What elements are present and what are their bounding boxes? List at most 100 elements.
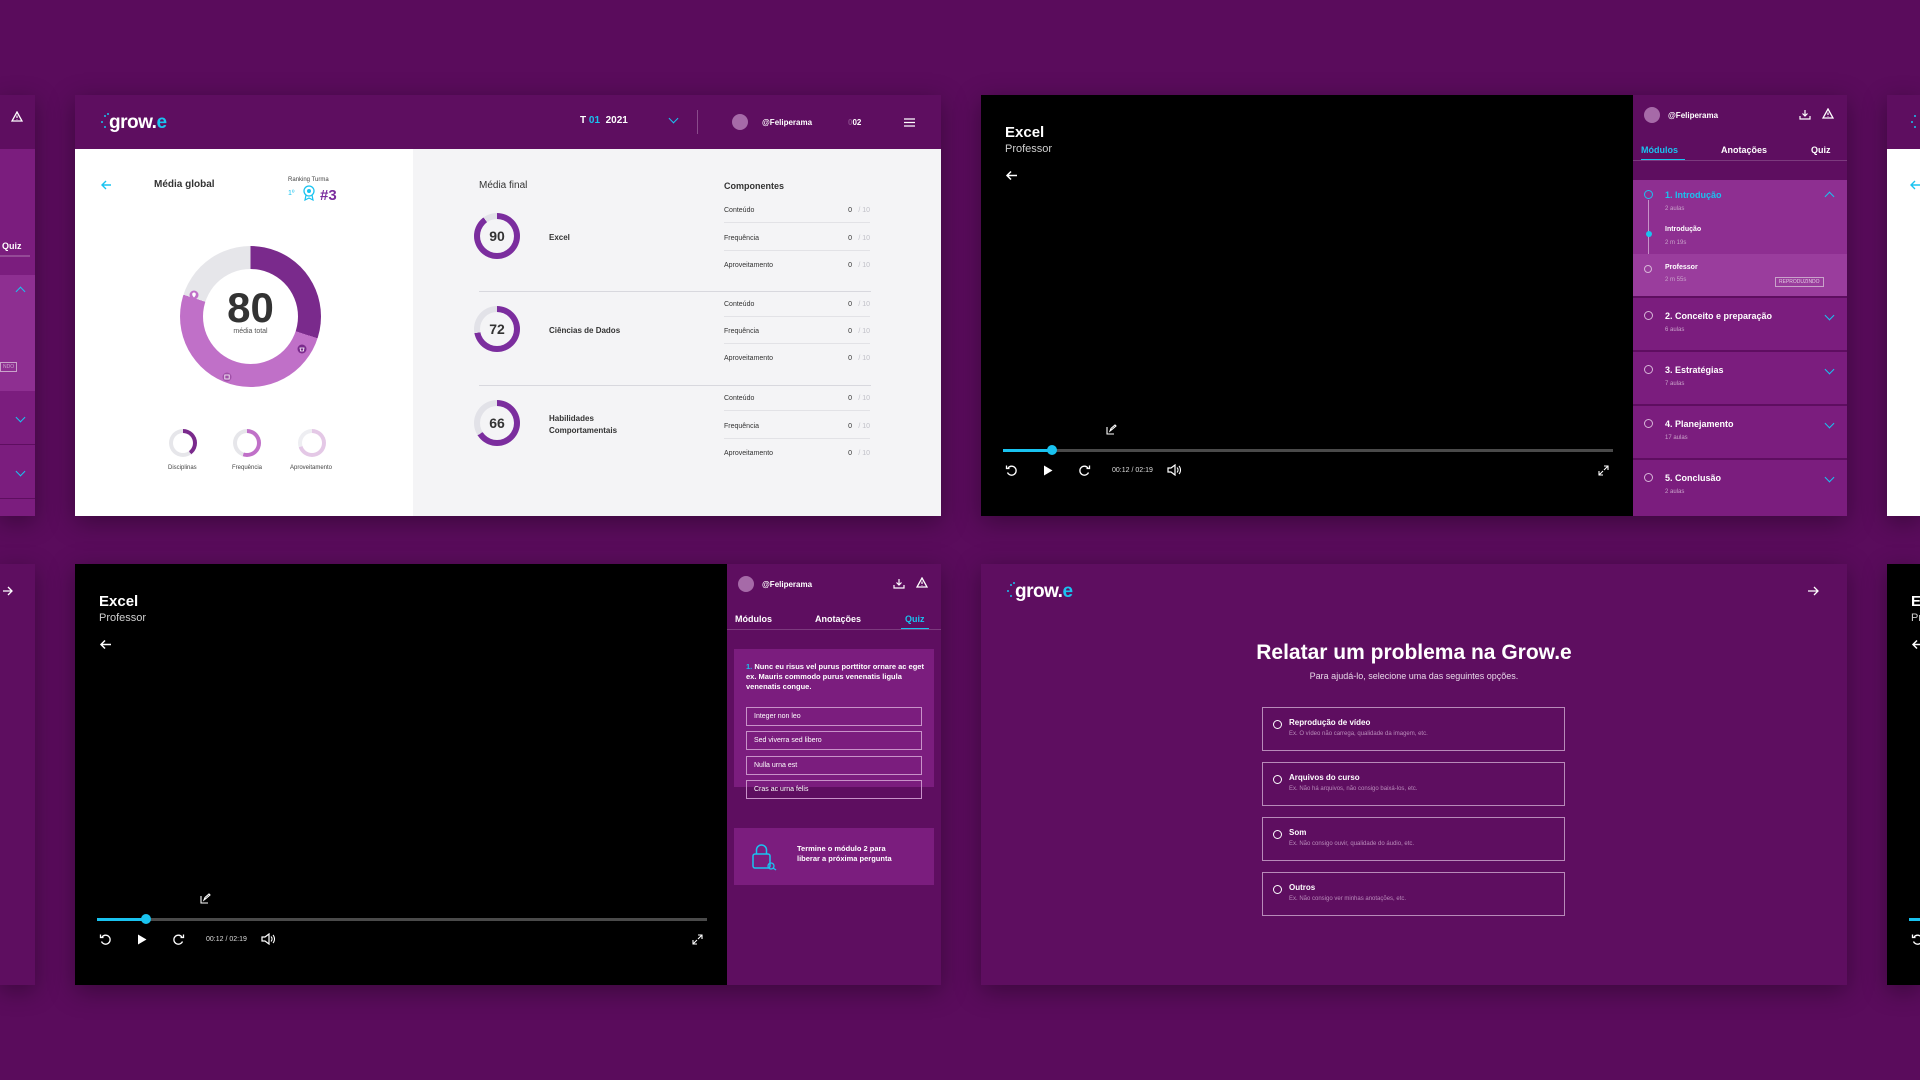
chevron-down-icon[interactable] [1824, 364, 1835, 375]
back-arrow-icon[interactable] [1909, 180, 1920, 190]
subject-name[interactable]: Habilidades Comportamentais [549, 413, 617, 437]
warning-icon[interactable] [11, 111, 23, 122]
term-selector[interactable]: T 01 2021 [580, 115, 628, 126]
partial-module-row[interactable] [0, 392, 35, 445]
tab-quiz[interactable]: Quiz [1811, 145, 1831, 155]
back-arrow-icon[interactable] [100, 180, 112, 190]
components-title: Componentes [724, 181, 785, 191]
lesson-title[interactable]: Professor [1665, 264, 1698, 271]
back-arrow-icon[interactable] [1005, 170, 1018, 181]
tab-modulos[interactable]: Módulos [735, 614, 772, 624]
tab-anotacoes[interactable]: Anotações [1721, 145, 1767, 155]
menu-icon[interactable] [904, 118, 915, 127]
module-title: 2. Conceito e preparação [1665, 311, 1773, 321]
playing-badge: NDO [0, 362, 18, 372]
download-icon[interactable] [1799, 109, 1811, 120]
logo[interactable]: grow.e [1015, 581, 1073, 603]
chevron-up-icon[interactable] [1824, 191, 1835, 202]
quiz-option[interactable]: Integer non leo [746, 707, 922, 726]
chevron-down-icon[interactable] [668, 113, 679, 124]
partial-frame-left-top: Quiz NDO [0, 95, 35, 516]
volume-icon[interactable] [1167, 464, 1181, 476]
divider [479, 291, 871, 292]
dashboard-topbar: grow.e T 01 2021 @Feliperama 002 [75, 95, 941, 149]
course-sidebar: @Feliperama Módulos Anotações Quiz 1. Nu… [727, 564, 941, 985]
forward-icon[interactable] [1078, 464, 1091, 477]
chevron-down-icon[interactable] [1824, 310, 1835, 321]
partial-module-row[interactable] [0, 500, 35, 516]
logo-dots-icon [1007, 582, 1015, 598]
module-lesson-count: 17 aulas [1665, 435, 1688, 441]
edit-note-icon[interactable] [199, 893, 211, 905]
progress-fill [97, 918, 146, 921]
username[interactable]: @Feliperama [762, 580, 812, 589]
logo[interactable]: grow.e [109, 112, 167, 134]
quiz-option[interactable]: Cras ac urna felis [746, 780, 922, 799]
volume-icon[interactable] [261, 933, 275, 945]
arrow-right-icon[interactable] [1807, 586, 1820, 596]
back-arrow-icon[interactable] [1911, 639, 1920, 650]
video-subtitle: Professor [1005, 143, 1053, 155]
rewind-icon[interactable] [1005, 464, 1018, 477]
back-arrow-icon[interactable] [99, 639, 112, 650]
rewind-icon[interactable] [99, 933, 112, 946]
pin-icon [189, 290, 199, 300]
module-item[interactable]: 4. Planejamento 17 aulas [1633, 406, 1847, 458]
arrow-right-icon[interactable] [2, 586, 14, 596]
module-item[interactable]: 3. Estratégias 7 aulas [1633, 352, 1847, 404]
lesson-dot-active [1646, 231, 1652, 237]
report-option[interactable]: Outros Ex. Não consigo ver minhas anotaç… [1262, 872, 1565, 916]
radio-icon[interactable] [1273, 720, 1282, 729]
lock-icon [752, 844, 777, 871]
radio-icon[interactable] [1273, 830, 1282, 839]
dashboard-frame: grow.e T 01 2021 @Feliperama 002 Média g… [75, 95, 941, 516]
component-row: Conteúdo 0/ 10 [724, 389, 870, 411]
partial-quiz-tab[interactable]: Quiz [2, 241, 22, 251]
avatar[interactable] [732, 114, 748, 130]
partial-module-row[interactable] [0, 446, 35, 499]
fullscreen-icon[interactable] [692, 934, 703, 945]
report-option-desc: Ex. Não há arquivos, não consigo baixá-l… [1289, 786, 1418, 792]
username[interactable]: @Feliperama [1668, 111, 1718, 120]
warning-icon[interactable] [916, 577, 928, 588]
radio-icon[interactable] [1273, 775, 1282, 784]
report-option[interactable]: Reprodução de vídeo Ex. O vídeo não carr… [1262, 707, 1565, 751]
module-item-introducao[interactable]: 1. Introdução 2 aulas Introdução 2 m 19s… [1633, 180, 1847, 296]
tab-quiz[interactable]: Quiz [905, 614, 925, 624]
progress-knob[interactable] [140, 914, 151, 924]
warning-icon[interactable] [1822, 108, 1834, 119]
forward-icon[interactable] [172, 933, 185, 946]
module-item[interactable]: 2. Conceito e preparação 6 aulas [1633, 298, 1847, 350]
tab-modulos[interactable]: Módulos [1641, 145, 1678, 155]
module-status-icon [1644, 365, 1653, 374]
module-item[interactable]: 5. Conclusão 2 aulas [1633, 460, 1847, 516]
avatar[interactable] [1644, 107, 1660, 123]
chevron-up-icon[interactable] [15, 286, 26, 297]
subject-name[interactable]: Excel [549, 233, 570, 242]
notification-count[interactable]: 002 [848, 118, 861, 127]
edit-note-icon[interactable] [1105, 424, 1117, 436]
radio-icon[interactable] [1273, 885, 1282, 894]
report-option[interactable]: Som Ex. Não consigo ouvir, qualidade do … [1262, 817, 1565, 861]
lesson-duration: 2 m 19s [1665, 240, 1687, 246]
quiz-option[interactable]: Nulla urna est [746, 756, 922, 775]
progress-bar[interactable] [97, 914, 707, 924]
tab-anotacoes[interactable]: Anotações [815, 614, 861, 624]
play-icon[interactable] [1043, 465, 1053, 476]
report-option[interactable]: Arquivos do curso Ex. Não há arquivos, n… [1262, 762, 1565, 806]
video-title: Excel [1005, 124, 1045, 141]
download-icon[interactable] [893, 578, 905, 589]
fullscreen-icon[interactable] [1598, 465, 1609, 476]
progress-bar[interactable] [1003, 445, 1613, 455]
chevron-down-icon[interactable] [1824, 418, 1835, 429]
component-row: Frequência 0/ 10 [724, 229, 870, 251]
rewind-icon[interactable] [1911, 933, 1920, 946]
play-icon[interactable] [137, 934, 147, 945]
chevron-down-icon[interactable] [1824, 472, 1835, 483]
avatar[interactable] [738, 576, 754, 592]
lesson-title[interactable]: Introdução [1665, 226, 1701, 233]
progress-knob[interactable] [1046, 445, 1057, 455]
username[interactable]: @Feliperama [762, 118, 812, 127]
subject-name[interactable]: Ciências de Dados [549, 326, 620, 335]
quiz-option[interactable]: Sed viverra sed libero [746, 731, 922, 750]
